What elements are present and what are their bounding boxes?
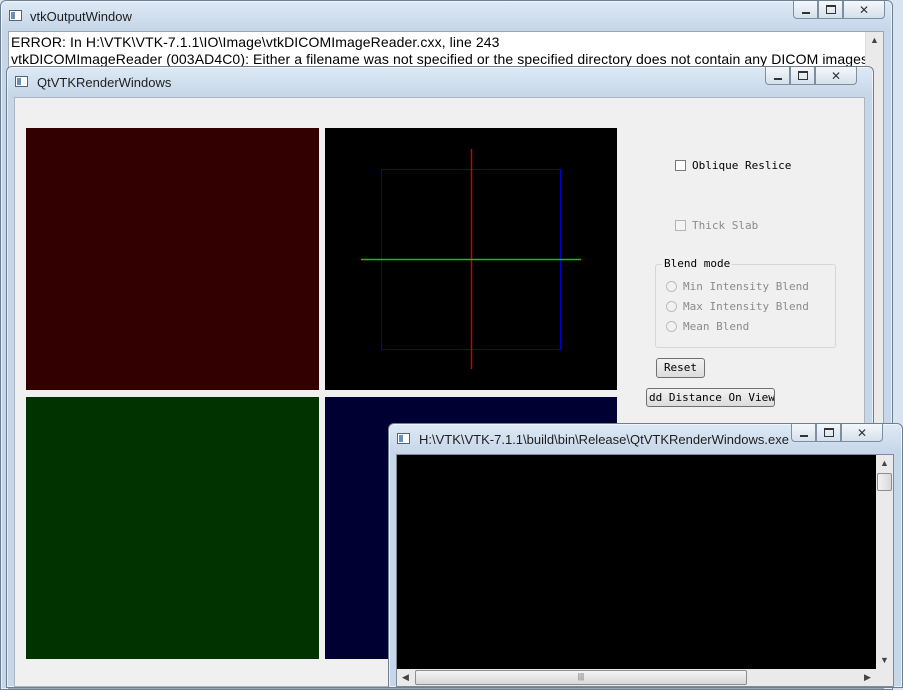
qt-window-titlebar[interactable]: QtVTKRenderWindows ✕: [7, 67, 873, 97]
reset-button[interactable]: Reset: [656, 358, 705, 378]
maximize-icon: [797, 71, 808, 80]
scroll-left-arrow-icon[interactable]: ◀: [397, 669, 414, 686]
output-window-title: vtkOutputWindow: [30, 9, 132, 24]
close-button[interactable]: ✕: [843, 1, 885, 19]
scroll-up-arrow-icon[interactable]: ▲: [866, 32, 883, 49]
console-window-title: H:\VTK\VTK-7.1.1\build\bin\Release\QtVTK…: [419, 432, 789, 447]
console-icon: [397, 433, 410, 444]
message-line: vtkDICOMImageReader (003AD4C0): Either a…: [11, 51, 869, 67]
close-icon: ✕: [830, 68, 842, 83]
window-icon: [15, 76, 28, 87]
window-icon: [9, 10, 22, 21]
mean-blend-radio[interactable]: [666, 321, 677, 332]
scroll-up-arrow-icon[interactable]: ▲: [876, 455, 893, 472]
horizontal-scroll-thumb[interactable]: |||: [415, 670, 747, 685]
close-button[interactable]: ✕: [841, 424, 883, 442]
close-icon: ✕: [856, 425, 868, 440]
error-line: ERROR: In H:\VTK\VTK-7.1.1\IO\Image\vtkD…: [11, 34, 500, 50]
render-view-bottom-left[interactable]: [26, 397, 319, 659]
console-window-titlebar[interactable]: H:\VTK\VTK-7.1.1\build\bin\Release\QtVTK…: [389, 424, 902, 454]
vertical-scroll-thumb[interactable]: [877, 473, 892, 491]
maximize-icon: [825, 5, 836, 14]
render-view-top-left[interactable]: [26, 128, 319, 390]
minimize-icon: [799, 434, 808, 437]
close-button[interactable]: ✕: [815, 67, 857, 85]
thick-slab-label: Thick Slab: [692, 219, 759, 232]
max-intensity-label: Max Intensity Blend: [683, 300, 809, 313]
minimize-icon: [801, 11, 810, 14]
output-window-titlebar[interactable]: vtkOutputWindow ✕: [1, 1, 892, 31]
thick-slab-checkbox[interactable]: [675, 220, 686, 231]
oblique-reslice-checkbox[interactable]: [675, 160, 686, 171]
scroll-right-arrow-icon[interactable]: ▶: [859, 669, 876, 686]
scrollbar-corner: [876, 669, 893, 686]
mean-blend-label: Mean Blend: [683, 320, 750, 333]
minimize-button[interactable]: [793, 1, 818, 19]
console-output-area[interactable]: ▲ ▼ ◀ ||| ▶: [396, 454, 894, 687]
maximize-button[interactable]: [818, 1, 843, 19]
maximize-icon: [823, 428, 834, 437]
minimize-button[interactable]: [765, 67, 790, 85]
minimize-icon: [773, 77, 782, 80]
minimize-button[interactable]: [791, 424, 816, 442]
close-icon: ✕: [858, 2, 870, 17]
oblique-reslice-label: Oblique Reslice: [692, 159, 792, 172]
console-caption-buttons: ✕: [791, 424, 883, 443]
reslice-cursor-overlay: [361, 149, 581, 369]
qt-window-caption-buttons: ✕: [765, 67, 857, 86]
min-intensity-label: Min Intensity Blend: [683, 280, 809, 293]
add-distance-button[interactable]: dd Distance On View :: [646, 388, 775, 407]
console-horizontal-scrollbar[interactable]: ◀ ||| ▶: [397, 669, 876, 686]
console-vertical-scrollbar[interactable]: ▲ ▼: [876, 455, 893, 669]
max-intensity-radio[interactable]: [666, 301, 677, 312]
output-window-caption-buttons: ✕: [793, 1, 885, 20]
scroll-down-arrow-icon[interactable]: ▼: [876, 652, 893, 669]
blend-mode-title: Blend mode: [662, 257, 733, 270]
blend-mode-group: Blend mode Min Intensity Blend Max Inten…: [655, 257, 836, 348]
maximize-button[interactable]: [816, 424, 841, 442]
render-view-top-right[interactable]: [325, 128, 617, 390]
maximize-button[interactable]: [790, 67, 815, 85]
min-intensity-radio[interactable]: [666, 281, 677, 292]
qt-window-title: QtVTKRenderWindows: [37, 75, 172, 90]
console-window: H:\VTK\VTK-7.1.1\build\bin\Release\QtVTK…: [388, 423, 903, 688]
